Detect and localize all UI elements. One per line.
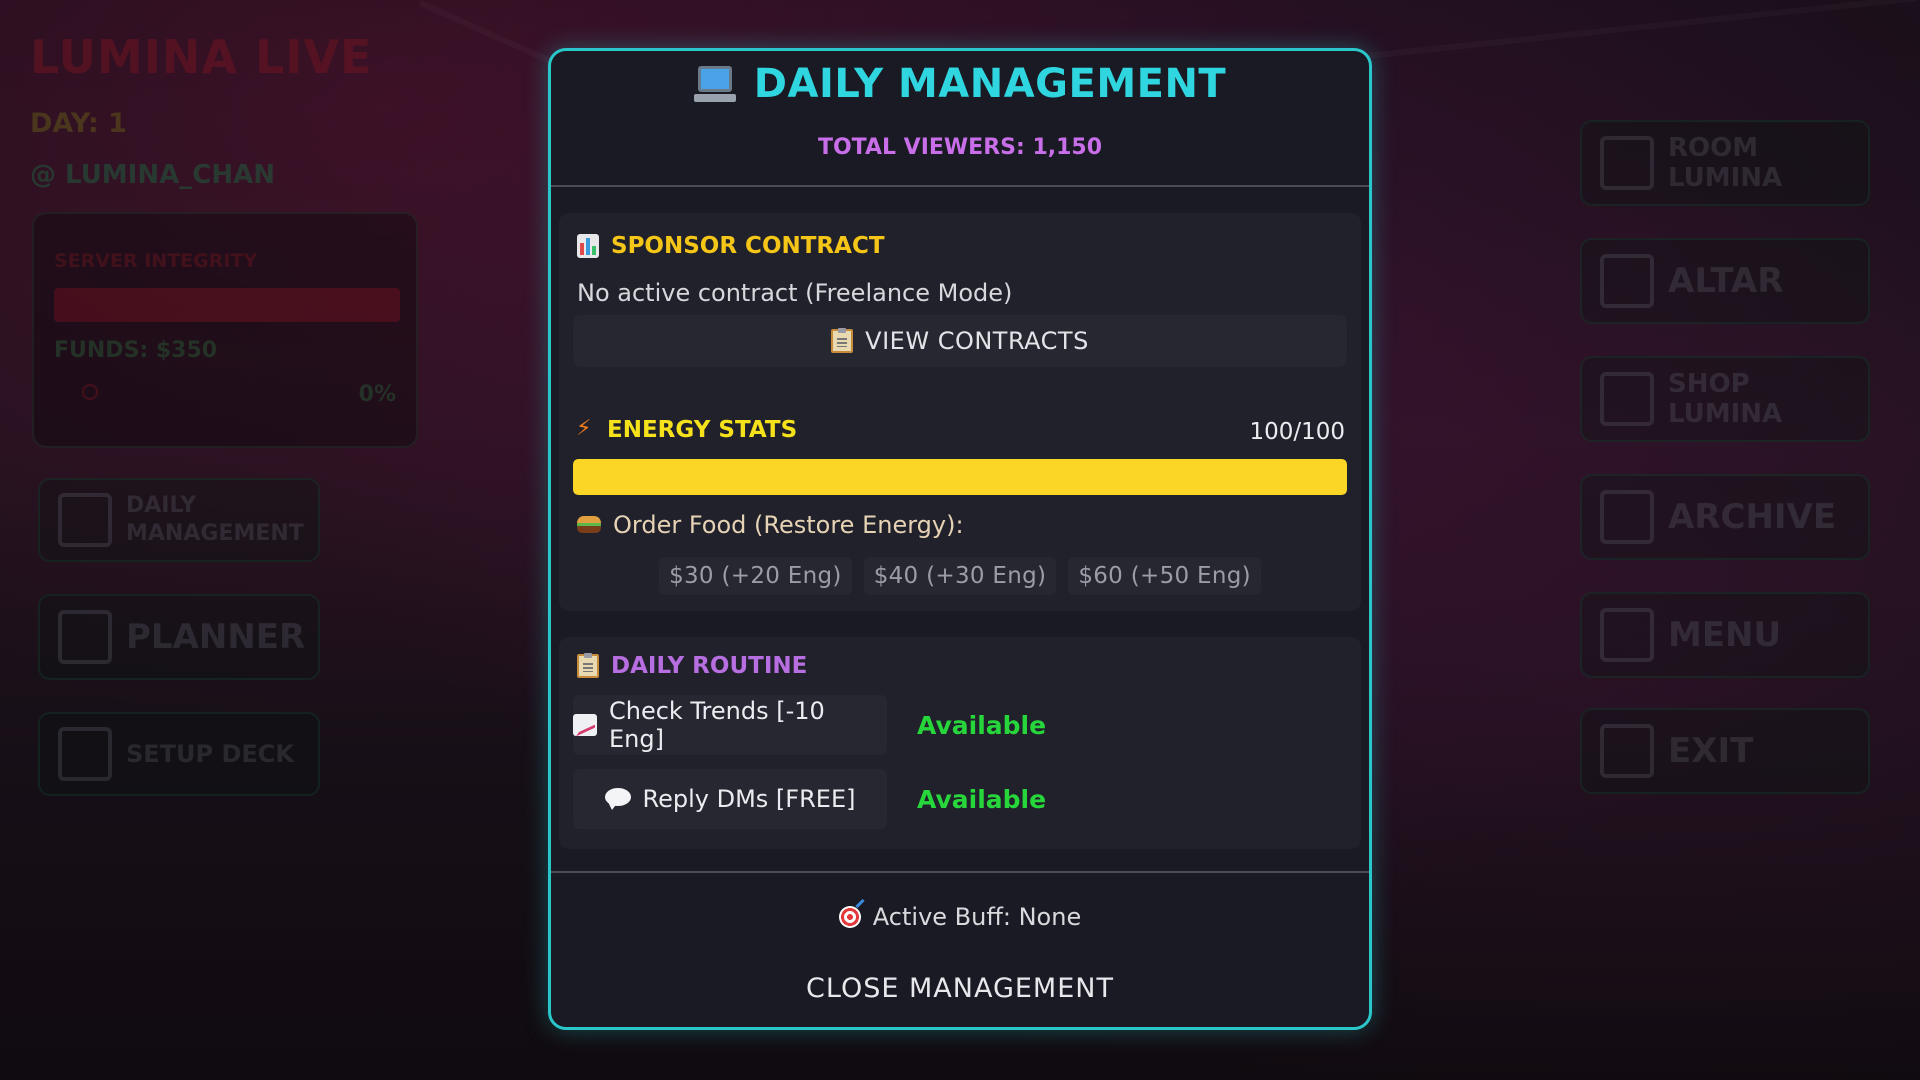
modal-title-text: DAILY MANAGEMENT <box>753 61 1227 107</box>
altar-label: ALTAR <box>1668 261 1784 301</box>
daily-routine-title: DAILY ROUTINE <box>577 653 807 679</box>
clipboard-icon <box>577 653 599 678</box>
reply-dms-status: Available <box>917 784 1047 814</box>
day-counter: DAY: 1 <box>30 108 127 139</box>
modal-header: DAILY MANAGEMENT TOTAL VIEWERS: 1,150 <box>551 51 1369 187</box>
game-title: LUMINA LIVE <box>30 30 373 84</box>
menu-label: MENU <box>1668 615 1782 655</box>
calendar-grid-icon <box>58 610 112 664</box>
energy-stats-section: ENERGY STATS 100/100 Order Food (Restore… <box>559 399 1361 611</box>
server-integrity-bar <box>54 288 400 322</box>
daily-routine-section: DAILY ROUTINE Check Trends [-10 Eng] Ava… <box>559 637 1361 849</box>
room-lumina-label: ROOM LUMINA <box>1668 133 1783 193</box>
modal-title: DAILY MANAGEMENT <box>551 61 1369 107</box>
cart-icon <box>1600 372 1654 426</box>
exit-button[interactable]: EXIT <box>1580 708 1870 794</box>
order-food-label: Order Food (Restore Energy): <box>577 511 964 539</box>
lightning-icon <box>576 416 595 442</box>
setup-deck-label: SETUP DECK <box>126 740 295 768</box>
exit-label: EXIT <box>1668 731 1754 771</box>
archive-button[interactable]: ARCHIVE <box>1580 474 1870 560</box>
menu-button[interactable]: MENU <box>1580 592 1870 678</box>
funds-label: FUNDS: $350 <box>54 338 218 363</box>
food-options: $30 (+20 Eng) $40 (+30 Eng) $60 (+50 Eng… <box>559 557 1361 595</box>
deck-card-icon <box>58 727 112 781</box>
laptop-icon <box>693 64 736 104</box>
daily-routine-title-text: DAILY ROUTINE <box>611 653 808 679</box>
server-integrity-label: SERVER INTEGRITY <box>54 250 258 272</box>
active-buff: Active Buff: None <box>551 903 1369 931</box>
room-lumina-button[interactable]: ROOM LUMINA <box>1580 120 1870 206</box>
sponsor-contract-title-text: SPONSOR CONTRACT <box>611 233 885 259</box>
menu-list-icon <box>1600 608 1654 662</box>
house-icon <box>1600 136 1654 190</box>
energy-value: 100/100 <box>1249 419 1345 445</box>
clipboard-icon <box>831 328 854 353</box>
food-option-60-button[interactable]: $60 (+50 Eng) <box>1068 557 1261 595</box>
sponsor-status: No active contract (Freelance Mode) <box>577 279 1013 307</box>
player-handle: @ LUMINA_CHAN <box>30 160 275 190</box>
status-panel: SERVER INTEGRITY FUNDS: $350 0% <box>32 212 418 448</box>
check-trends-button[interactable]: Check Trends [-10 Eng] <box>573 695 887 755</box>
burger-icon <box>577 515 601 535</box>
close-management-button[interactable]: CLOSE MANAGEMENT <box>551 973 1369 1004</box>
routine-task-row: Reply DMs [FREE] Available <box>573 769 1046 829</box>
sponsor-contract-section: SPONSOR CONTRACT No active contract (Fre… <box>559 213 1361 425</box>
daily-management-modal: DAILY MANAGEMENT TOTAL VIEWERS: 1,150 SP… <box>548 48 1372 1030</box>
reply-dms-button[interactable]: Reply DMs [FREE] <box>573 769 887 829</box>
sponsor-contract-title: SPONSOR CONTRACT <box>577 233 885 259</box>
clipboard-icon <box>58 493 112 547</box>
routine-task-row: Check Trends [-10 Eng] Available <box>573 695 1046 755</box>
energy-bar <box>573 459 1347 495</box>
shop-lumina-button[interactable]: SHOP LUMINA <box>1580 356 1870 442</box>
target-icon <box>838 906 861 928</box>
gear-icon <box>1600 254 1654 308</box>
status-dot-icon <box>82 384 98 400</box>
ceiling-beam <box>1300 0 1917 66</box>
speech-bubble-icon <box>604 788 631 810</box>
altar-button[interactable]: ALTAR <box>1580 238 1870 324</box>
shop-lumina-label: SHOP LUMINA <box>1668 369 1783 429</box>
daily-management-label: DAILY MANAGEMENT <box>126 493 304 546</box>
trend-chart-icon <box>573 714 597 736</box>
daily-management-button[interactable]: DAILY MANAGEMENT <box>38 478 320 562</box>
planner-label: PLANNER <box>126 617 306 657</box>
food-option-40-button[interactable]: $40 (+30 Eng) <box>863 557 1057 595</box>
check-trends-label: Check Trends [-10 Eng] <box>608 697 825 753</box>
progress-percent: 0% <box>358 382 396 407</box>
total-viewers: TOTAL VIEWERS: 1,150 <box>817 135 1103 160</box>
setup-deck-button[interactable]: SETUP DECK <box>38 712 320 796</box>
energy-bar-fill <box>573 459 1347 495</box>
archive-label: ARCHIVE <box>1668 497 1837 537</box>
energy-stats-title-text: ENERGY STATS <box>607 417 798 443</box>
energy-stats-title: ENERGY STATS <box>576 416 798 443</box>
footer-divider <box>551 871 1369 873</box>
reply-dms-label: Reply DMs [FREE] <box>642 785 856 813</box>
food-option-30-button[interactable]: $30 (+20 Eng) <box>659 557 852 595</box>
view-contracts-button[interactable]: VIEW CONTRACTS <box>573 315 1347 367</box>
view-contracts-label: VIEW CONTRACTS <box>865 327 1089 355</box>
check-trends-status: Available <box>917 710 1047 740</box>
active-buff-text: Active Buff: None <box>872 903 1082 931</box>
exit-door-icon <box>1600 724 1654 778</box>
planner-button[interactable]: PLANNER <box>38 594 320 680</box>
chart-icon <box>577 234 599 258</box>
order-food-text: Order Food (Restore Energy): <box>613 511 964 539</box>
book-icon <box>1600 490 1654 544</box>
